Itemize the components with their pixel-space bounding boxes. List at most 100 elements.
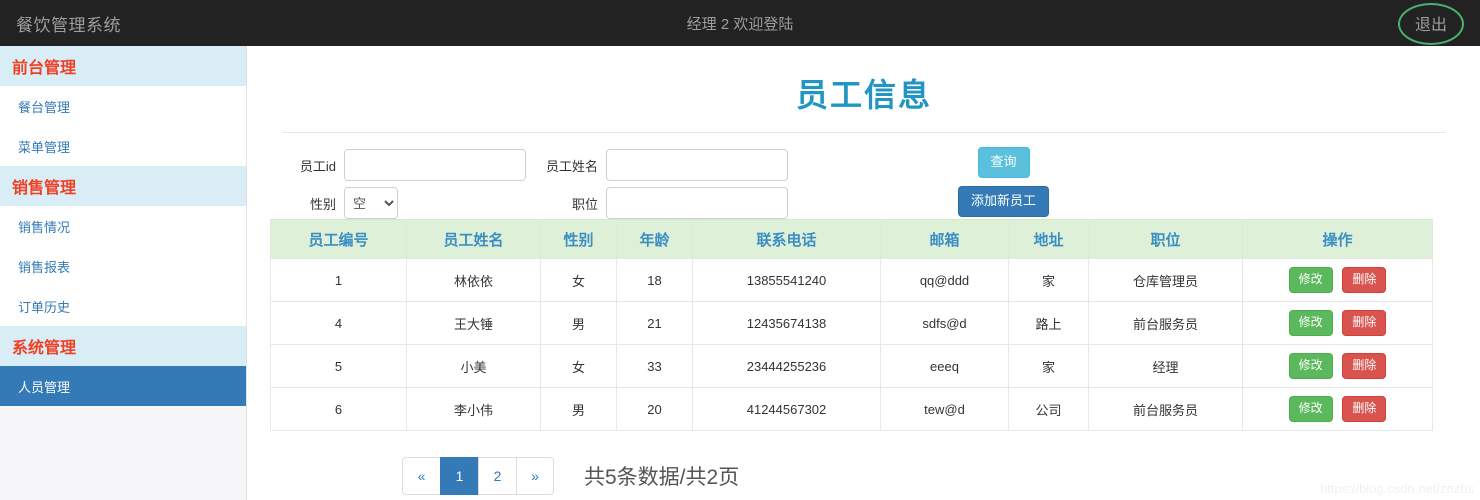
sidebar-item-table-management[interactable]: 餐台管理 (0, 86, 246, 126)
delete-button[interactable]: 删除 (1342, 310, 1387, 336)
cell-phone: 23444255236 (692, 344, 881, 388)
field-employee-name: 员工姓名 (546, 149, 788, 181)
field-gender: 性别 空 男 女 (284, 187, 398, 219)
cell-email: eeeq (880, 344, 1009, 388)
search-input-position[interactable] (606, 187, 788, 219)
cell-employee-id: 4 (270, 301, 407, 345)
sidebar-item-sales-status[interactable]: 销售情况 (0, 206, 246, 246)
cell-address: 家 (1008, 258, 1089, 302)
delete-button[interactable]: 删除 (1342, 396, 1387, 422)
cell-gender: 男 (540, 387, 617, 431)
col-header-employee-id: 员工编号 (270, 219, 407, 259)
table-row: 1 林依依 女 18 13855541240 qq@ddd 家 仓库管理员 修改… (270, 258, 1433, 302)
cell-employee-name: 小美 (406, 344, 541, 388)
table-header-row: 员工编号 员工姓名 性别 年龄 联系电话 邮箱 地址 职位 操作 (270, 219, 1433, 259)
cell-employee-name: 李小伟 (406, 387, 541, 431)
employee-table-wrap: 员工编号 员工姓名 性别 年龄 联系电话 邮箱 地址 职位 操作 1 林依依 女… (268, 219, 1460, 431)
cell-age: 18 (616, 258, 693, 302)
search-select-gender[interactable]: 空 男 女 (344, 187, 398, 219)
cell-employee-id: 6 (270, 387, 407, 431)
cell-email: qq@ddd (880, 258, 1009, 302)
delete-button[interactable]: 删除 (1342, 267, 1387, 293)
sidebar-section-sales: 销售管理 (0, 166, 246, 206)
table-head: 员工编号 员工姓名 性别 年龄 联系电话 邮箱 地址 职位 操作 (270, 219, 1433, 259)
add-employee-button[interactable]: 添加新员工 (958, 185, 1050, 217)
cell-employee-id: 5 (270, 344, 407, 388)
pagination-next[interactable]: » (516, 457, 554, 495)
navbar-right: 退出 (1396, 2, 1466, 45)
logout-button[interactable]: 退出 (1415, 11, 1447, 35)
form-action-buttons: 查询 添加新员工 (958, 147, 1050, 217)
sidebar-item-menu-management[interactable]: 菜单管理 (0, 126, 246, 166)
edit-button[interactable]: 修改 (1288, 267, 1333, 293)
field-employee-id: 员工id (284, 149, 526, 181)
col-header-phone: 联系电话 (692, 219, 881, 259)
cell-operations: 修改 删除 (1242, 301, 1433, 345)
cell-address: 家 (1008, 344, 1089, 388)
cell-position: 经理 (1088, 344, 1243, 388)
label-employee-name: 员工姓名 (546, 158, 599, 174)
sidebar-section-system: 系统管理 (0, 326, 246, 366)
cell-operations: 修改 删除 (1242, 258, 1433, 302)
sidebar-item-staff-management[interactable]: 人员管理 (0, 366, 246, 406)
search-input-employee-name[interactable] (606, 149, 788, 181)
cell-position: 仓库管理员 (1088, 258, 1243, 302)
cell-phone: 41244567302 (692, 387, 881, 431)
app-brand: 餐饮管理系统 (16, 15, 121, 35)
edit-button[interactable]: 修改 (1288, 396, 1333, 422)
table-row: 6 李小伟 男 20 41244567302 tew@d 公司 前台服务员 修改… (270, 387, 1433, 431)
pagination-summary: 共5条数据/共2页 (584, 466, 740, 489)
employee-table: 员工编号 员工姓名 性别 年龄 联系电话 邮箱 地址 职位 操作 1 林依依 女… (270, 219, 1433, 431)
edit-button[interactable]: 修改 (1288, 353, 1333, 379)
sidebar-item-sales-report[interactable]: 销售报表 (0, 246, 246, 286)
cell-phone: 12435674138 (692, 301, 881, 345)
main-content: 员工信息 员工id 员工姓名 性别 空 职位 查询 添加新员工 员工编号 员工姓… (248, 46, 1480, 500)
search-form: 员工id 员工姓名 性别 空 男 女 (268, 147, 1460, 219)
sidebar-section-front-desk: 前台管理 (0, 46, 246, 86)
cell-employee-name: 林依依 (406, 258, 541, 302)
cell-age: 20 (616, 387, 693, 431)
table-row: 5 小美 女 33 23444255236 eeeq 家 经理 修改 删除 (270, 344, 1433, 388)
cell-operations: 修改 删除 (1242, 344, 1433, 388)
label-position: 职位 (571, 196, 598, 212)
pagination-page-1[interactable]: 1 (440, 457, 478, 495)
col-header-employee-name: 员工姓名 (406, 219, 541, 259)
col-header-gender: 性别 (540, 219, 617, 259)
cell-age: 21 (616, 301, 693, 345)
sidebar: 前台管理 餐台管理 菜单管理 销售管理 销售情况 销售报表 订单历史 系统管理 … (0, 46, 247, 500)
col-header-operations: 操作 (1242, 219, 1433, 259)
sidebar-item-order-history[interactable]: 订单历史 (0, 286, 246, 326)
cell-phone: 13855541240 (692, 258, 881, 302)
logout-button-wrap[interactable]: 退出 (1396, 2, 1466, 45)
welcome-text: 经理 2 欢迎登陆 (686, 15, 794, 33)
title-divider (282, 132, 1446, 133)
pagination-page-2[interactable]: 2 (478, 457, 516, 495)
cell-position: 前台服务员 (1088, 301, 1243, 345)
page-title: 员工信息 (795, 77, 932, 113)
cell-position: 前台服务员 (1088, 387, 1243, 431)
field-position: 职位 (546, 187, 788, 219)
sidebar-filler (0, 406, 246, 500)
edit-button[interactable]: 修改 (1288, 310, 1333, 336)
cell-address: 公司 (1008, 387, 1089, 431)
pagination-row: « 1 2 » 共5条数据/共2页 (268, 457, 1460, 495)
search-input-employee-id[interactable] (344, 149, 526, 181)
cell-email: tew@d (880, 387, 1009, 431)
pagination: « 1 2 » (402, 457, 554, 495)
col-header-age: 年龄 (616, 219, 693, 259)
table-row: 4 王大锤 男 21 12435674138 sdfs@d 路上 前台服务员 修… (270, 301, 1433, 345)
cell-gender: 男 (540, 301, 617, 345)
app-root: 餐饮管理系统 经理 2 欢迎登陆 退出 前台管理 餐台管理 菜单管理 销售管理 … (0, 0, 1480, 500)
col-header-address: 地址 (1008, 219, 1089, 259)
col-header-email: 邮箱 (880, 219, 1009, 259)
label-employee-id: 员工id (299, 158, 336, 174)
query-button[interactable]: 查询 (977, 147, 1030, 178)
cell-address: 路上 (1008, 301, 1089, 345)
search-form-row-1: 员工id 员工姓名 (284, 147, 1444, 183)
top-navbar: 餐饮管理系统 经理 2 欢迎登陆 退出 (0, 0, 1480, 46)
pagination-prev[interactable]: « (402, 457, 440, 495)
cell-operations: 修改 删除 (1242, 387, 1433, 431)
delete-button[interactable]: 删除 (1342, 353, 1387, 379)
search-form-row-2: 性别 空 男 女 职位 (284, 185, 1444, 221)
cell-gender: 女 (540, 258, 617, 302)
